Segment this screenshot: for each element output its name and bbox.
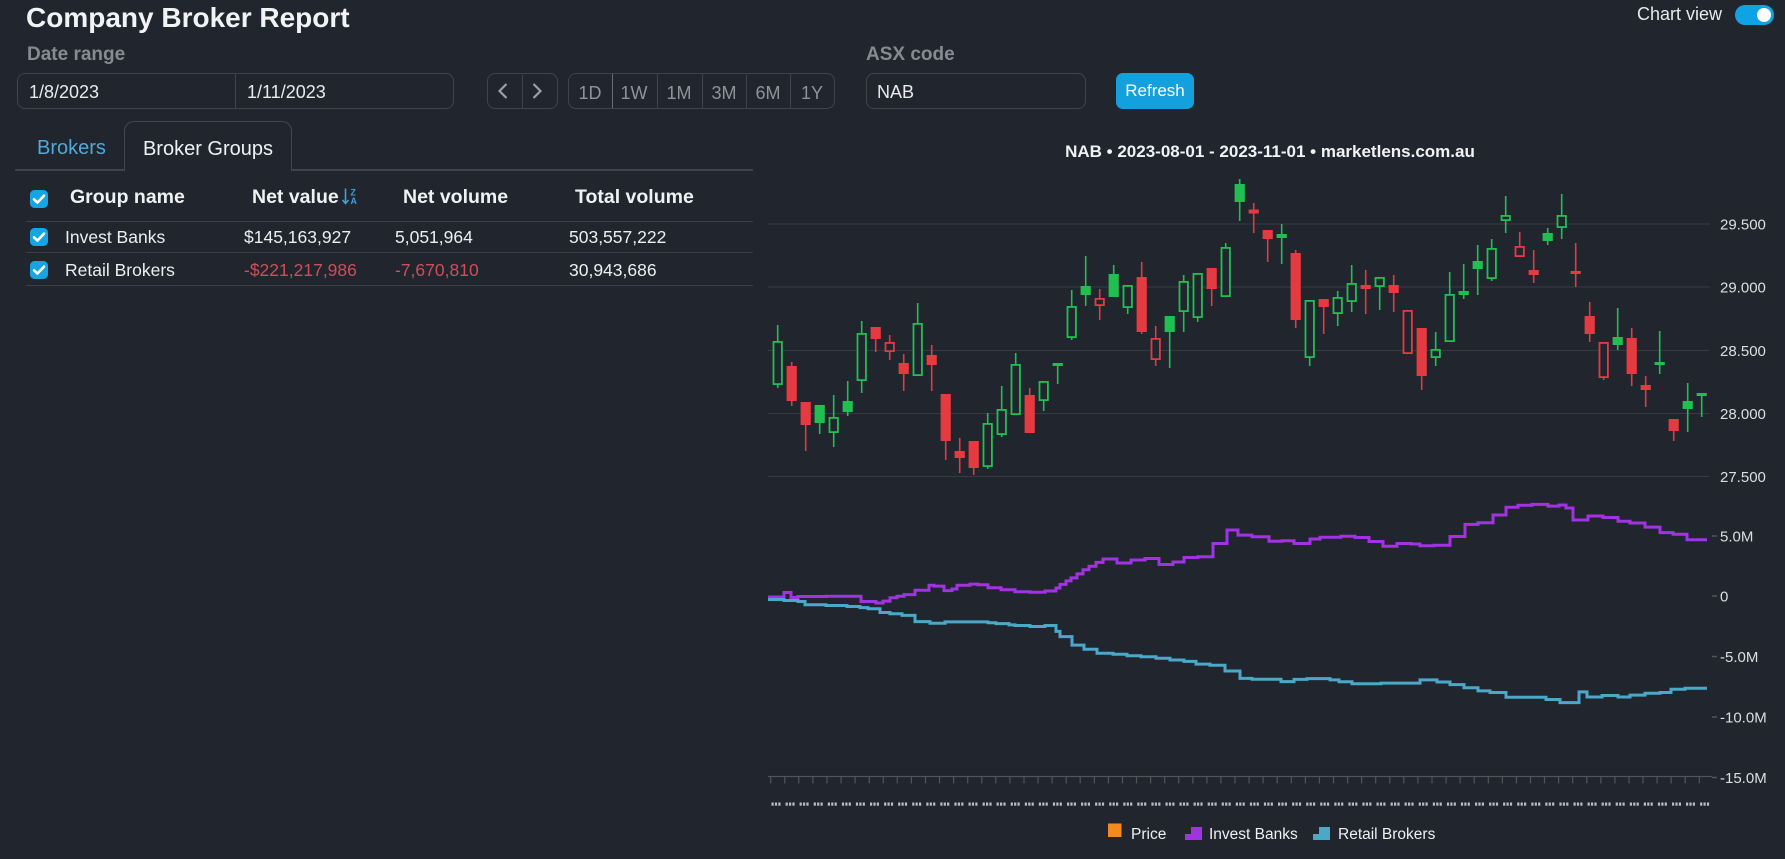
svg-text:27.500: 27.500 (1720, 469, 1766, 486)
svg-text:-5.0M: -5.0M (1720, 649, 1758, 666)
svg-text:NAB • 2023-08-01 - 2023-11-01: NAB • 2023-08-01 - 2023-11-01 • marketle… (1065, 142, 1475, 161)
svg-text:A: A (351, 196, 358, 206)
svg-text:28.000: 28.000 (1720, 406, 1766, 423)
svg-text:5.0M: 5.0M (1720, 529, 1753, 546)
svg-text:29.500: 29.500 (1720, 217, 1766, 234)
svg-text:29.000: 29.000 (1720, 280, 1766, 297)
svg-text:28.500: 28.500 (1720, 343, 1766, 360)
svg-text:Retail Brokers: Retail Brokers (1338, 826, 1436, 843)
svg-text:0: 0 (1720, 589, 1728, 606)
svg-text:-10.0M: -10.0M (1720, 710, 1767, 727)
svg-text:Price: Price (1131, 826, 1166, 843)
svg-text:-15.0M: -15.0M (1720, 770, 1767, 787)
svg-text:Invest Banks: Invest Banks (1209, 826, 1298, 843)
